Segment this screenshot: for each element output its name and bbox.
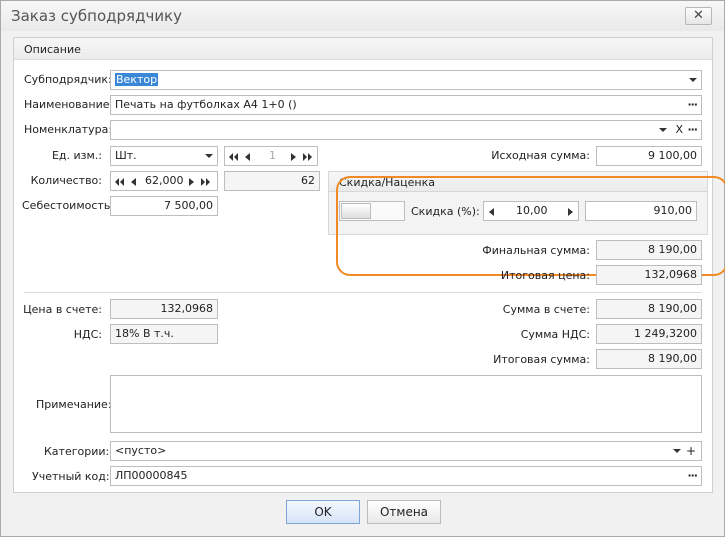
cancel-button[interactable]: Отмена (367, 500, 441, 524)
quantity-label: Количество: (30, 174, 102, 187)
total-sum-field: 8 190,00 (596, 349, 702, 369)
cost-field[interactable]: 7 500,00 (110, 196, 218, 216)
divider (24, 292, 702, 293)
nomenclature-combo[interactable]: X ··· (110, 120, 702, 140)
vat-sum-field: 1 249,3200 (596, 324, 702, 344)
categories-value: <пусто> (115, 444, 167, 457)
last-icon[interactable] (303, 153, 313, 161)
total-sum-label: Итоговая сумма: (493, 353, 590, 366)
order-dialog: Заказ субподрядчику ✕ Описание Субподряд… (0, 0, 725, 537)
final-sum-field: 8 190,00 (596, 240, 702, 260)
close-button[interactable]: ✕ (685, 7, 712, 25)
subcontractor-label: Субподрядчик: (24, 73, 112, 86)
invoice-price-field: 132,0968 (110, 299, 218, 319)
quantity-value: 62,000 (145, 174, 184, 187)
original-sum-label: Исходная сумма: (491, 149, 590, 162)
vat-label: НДС: (73, 328, 102, 341)
clear-icon[interactable]: X (675, 121, 683, 139)
account-code-value: ЛП00000845 (115, 469, 188, 482)
unit-pager-value: 1 (269, 149, 276, 162)
decrease-icon[interactable] (131, 178, 136, 186)
decrease-fast-icon[interactable] (115, 178, 125, 186)
increase-icon[interactable] (189, 178, 194, 186)
account-code-label: Учетный код: (32, 470, 110, 483)
ellipsis-icon[interactable]: ··· (687, 121, 698, 139)
categories-label: Категории: (44, 445, 110, 458)
name-label: Наименование: (24, 98, 114, 111)
original-sum-field[interactable]: 9 100,00 (596, 146, 702, 166)
add-icon[interactable]: + (686, 442, 696, 460)
group-header: Описание (14, 38, 712, 60)
vat-field: 18% В т.ч. (110, 324, 218, 344)
cost-label: Себестоимость: (22, 199, 115, 212)
increase-fast-icon[interactable] (201, 178, 211, 186)
name-field[interactable]: Печать на футболках А4 1+0 () ··· (110, 95, 702, 115)
unit-label: Ед. изм.: (51, 149, 102, 162)
chevron-down-icon[interactable] (689, 78, 697, 82)
nomenclature-label: Номенклатура: (24, 123, 113, 136)
highlight-outline (336, 176, 725, 276)
invoice-sum-field: 8 190,00 (596, 299, 702, 319)
categories-combo[interactable]: <пусто> + (110, 441, 702, 461)
name-value: Печать на футболках А4 1+0 () (115, 98, 297, 111)
ok-button[interactable]: OK (286, 500, 360, 524)
next-icon[interactable] (291, 153, 296, 161)
note-label: Примечание: (36, 398, 112, 411)
prev-icon[interactable] (245, 153, 250, 161)
invoice-price-label: Цена в счете: (23, 303, 102, 316)
subcontractor-value: Вектор (115, 73, 159, 86)
ellipsis-icon[interactable]: ··· (687, 96, 698, 114)
vat-sum-label: Сумма НДС: (520, 328, 590, 341)
chevron-down-icon[interactable] (205, 154, 213, 158)
account-code-field[interactable]: ЛП00000845 ··· (110, 466, 702, 486)
first-icon[interactable] (229, 153, 239, 161)
window-title: Заказ субподрядчику (11, 7, 182, 25)
chevron-down-icon[interactable] (673, 449, 681, 453)
invoice-sum-label: Сумма в счете: (502, 303, 590, 316)
note-textarea[interactable] (110, 375, 702, 433)
group-title: Описание (24, 43, 81, 56)
unit-value: Шт. (115, 149, 137, 162)
total-price-label: Итоговая цена: (500, 269, 590, 282)
description-panel: Описание Субподрядчик: Вектор Наименован… (13, 37, 725, 493)
subcontractor-combo[interactable]: Вектор (110, 70, 702, 90)
quantity-extra-field: 62 (224, 171, 320, 191)
final-sum-label: Финальная сумма: (482, 244, 590, 257)
title-bar[interactable]: Заказ субподрядчику ✕ (1, 1, 724, 31)
chevron-down-icon[interactable] (659, 128, 667, 132)
unit-combo[interactable]: Шт. (110, 146, 218, 166)
unit-pager[interactable]: 1 (224, 146, 318, 166)
ellipsis-icon[interactable]: ··· (687, 467, 698, 485)
quantity-stepper[interactable]: 62,000 (110, 171, 218, 191)
total-price-field: 132,0968 (596, 265, 702, 285)
